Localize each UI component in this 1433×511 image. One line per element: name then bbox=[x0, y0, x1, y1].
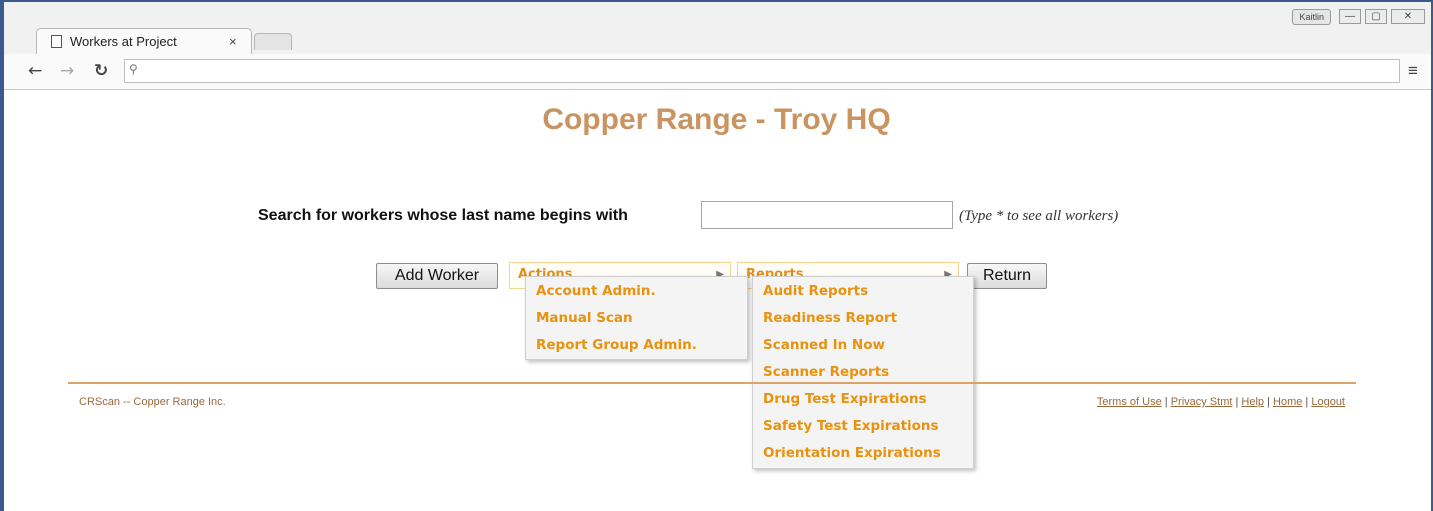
page-title: Copper Range - Troy HQ bbox=[542, 103, 891, 136]
return-button[interactable]: Return bbox=[967, 263, 1047, 289]
menu-item-report-group-admin[interactable]: Report Group Admin. bbox=[526, 332, 747, 359]
last-name-search-input[interactable] bbox=[701, 201, 953, 229]
close-window-button[interactable]: ✕ bbox=[1391, 9, 1425, 24]
reload-icon[interactable]: ↻ bbox=[94, 61, 108, 81]
tab-close-button[interactable]: × bbox=[229, 34, 237, 49]
reports-dropdown: Audit Reports Readiness Report Scanned I… bbox=[752, 276, 974, 469]
add-worker-button[interactable]: Add Worker bbox=[376, 263, 498, 289]
help-link[interactable]: Help bbox=[1241, 396, 1264, 408]
footer-links: Terms of Use | Privacy Stmt | Help | Hom… bbox=[1097, 396, 1345, 408]
privacy-statement-link[interactable]: Privacy Stmt bbox=[1171, 396, 1233, 408]
menu-item-account-admin[interactable]: Account Admin. bbox=[526, 278, 747, 305]
home-link[interactable]: Home bbox=[1273, 396, 1302, 408]
search-hint: (Type * to see all workers) bbox=[959, 208, 1119, 224]
address-bar[interactable]: ⚲ bbox=[124, 59, 1400, 83]
browser-toolbar: ← → ↻ ⚲ ≡ bbox=[4, 54, 1431, 90]
title-bar: Workers at Project × Kaitlin — ▢ ✕ bbox=[4, 2, 1431, 56]
new-tab-button[interactable] bbox=[254, 33, 292, 50]
menu-item-orientation-expirations[interactable]: Orientation Expirations bbox=[753, 440, 973, 467]
link-separator: | bbox=[1264, 396, 1274, 408]
search-label: Search for workers whose last name begin… bbox=[258, 207, 628, 224]
user-badge[interactable]: Kaitlin bbox=[1292, 9, 1331, 25]
menu-icon[interactable]: ≡ bbox=[1408, 61, 1418, 81]
menu-item-scanned-in-now[interactable]: Scanned In Now bbox=[753, 332, 973, 359]
link-separator: | bbox=[1302, 396, 1312, 408]
back-arrow-icon[interactable]: ← bbox=[28, 61, 42, 81]
tab-title: Workers at Project bbox=[70, 34, 177, 49]
menu-item-audit-reports[interactable]: Audit Reports bbox=[753, 278, 973, 305]
menu-item-drug-test-expirations[interactable]: Drug Test Expirations bbox=[753, 386, 973, 413]
actions-dropdown: Account Admin. Manual Scan Report Group … bbox=[525, 276, 748, 360]
document-icon bbox=[51, 35, 62, 48]
maximize-button[interactable]: ▢ bbox=[1365, 9, 1387, 24]
menu-item-manual-scan[interactable]: Manual Scan bbox=[526, 305, 747, 332]
search-icon: ⚲ bbox=[129, 62, 138, 76]
link-separator: | bbox=[1161, 396, 1171, 408]
terms-of-use-link[interactable]: Terms of Use bbox=[1097, 396, 1162, 408]
menu-item-readiness-report[interactable]: Readiness Report bbox=[753, 305, 973, 332]
browser-tab[interactable]: Workers at Project × bbox=[36, 28, 252, 56]
footer-copyright: CRScan -- Copper Range Inc. bbox=[79, 396, 226, 408]
forward-arrow-icon[interactable]: → bbox=[60, 61, 74, 81]
minimize-button[interactable]: — bbox=[1339, 9, 1361, 24]
menu-item-safety-test-expirations[interactable]: Safety Test Expirations bbox=[753, 413, 973, 440]
logout-link[interactable]: Logout bbox=[1311, 396, 1345, 408]
footer-divider bbox=[68, 382, 1356, 384]
